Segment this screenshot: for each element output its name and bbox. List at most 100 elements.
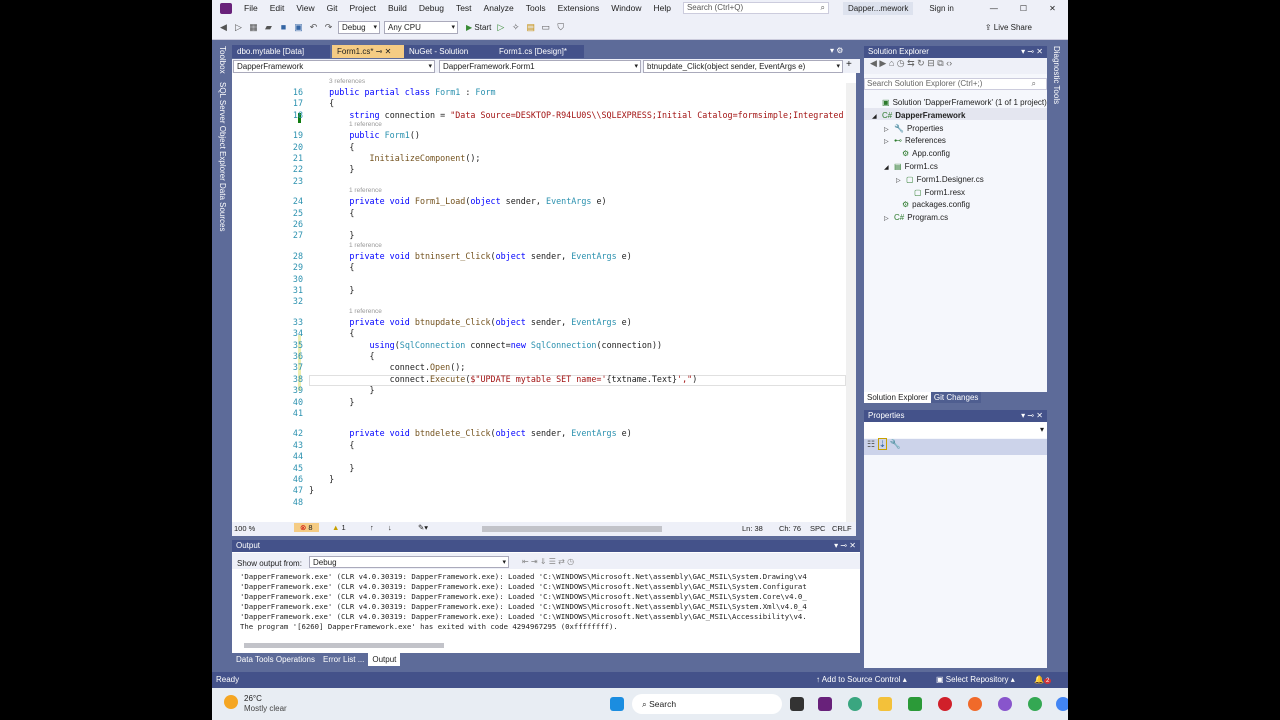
program-cs-node[interactable]: ▷ C# Program.cs — [884, 213, 948, 222]
horizontal-scrollbar[interactable] — [482, 526, 662, 532]
code-line[interactable]: { — [309, 328, 354, 338]
tab-form1-cs[interactable]: Form1.cs* ⊸ ✕ — [332, 45, 404, 58]
hot-reload-icon[interactable]: ✧ — [510, 22, 521, 33]
code-editor[interactable]: 3 references 16 public partial class Form… — [232, 73, 856, 522]
class-dropdown[interactable]: DapperFramework.Form1 — [439, 60, 641, 73]
back-icon[interactable]: ◀ — [218, 22, 229, 33]
output-source-select[interactable]: Debug — [309, 556, 509, 568]
file-explorer-icon[interactable] — [878, 697, 892, 711]
code-line[interactable]: } — [309, 285, 354, 295]
menu-test[interactable]: Test — [450, 3, 478, 13]
close-tab-icon[interactable]: ✕ — [385, 47, 392, 56]
error-count[interactable]: ⊗ 8 — [294, 523, 319, 532]
code-lens-references[interactable]: 1 reference — [349, 308, 382, 315]
expand-icon[interactable]: ◢ — [884, 164, 894, 171]
form1-resx-node[interactable]: ▢ Form1.resx — [904, 188, 965, 197]
categorized-icon[interactable]: ☷ — [867, 439, 875, 449]
code-lens-references[interactable]: 3 references — [329, 78, 365, 85]
menu-build[interactable]: Build — [382, 3, 413, 13]
tab-git-changes[interactable]: Git Changes — [930, 392, 982, 403]
code-line[interactable]: private void btninsert_Click(object send… — [309, 251, 631, 261]
tab-solution-explorer[interactable]: Solution Explorer — [864, 392, 931, 403]
diagnostic-tools-tab[interactable]: Diagnostic Tools — [1052, 46, 1061, 104]
solution-icon[interactable]: ▤ — [525, 22, 536, 33]
code-lens-references[interactable]: 1 reference — [349, 242, 382, 249]
window-icon[interactable]: ▭ — [540, 22, 551, 33]
task-view-icon[interactable] — [790, 697, 804, 711]
live-share-button[interactable]: ⇪ Live Share — [985, 23, 1032, 32]
menu-debug[interactable]: Debug — [413, 3, 450, 13]
pin-icon[interactable]: ⊸ — [376, 47, 383, 56]
tab-mytable-data[interactable]: dbo.mytable [Data] — [232, 45, 330, 58]
close-panel-icon[interactable]: ▾ ⊸ ✕ — [1021, 46, 1043, 58]
code-line[interactable]: string connection = "Data Source=DESKTOP… — [309, 110, 843, 120]
menu-extensions[interactable]: Extensions — [552, 3, 606, 13]
code-line[interactable]: { — [309, 351, 375, 361]
firefox-icon[interactable] — [968, 697, 982, 711]
solution-node[interactable]: ▣ Solution 'DapperFramework' (1 of 1 proj… — [872, 98, 1047, 107]
menu-edit[interactable]: Edit — [264, 3, 291, 13]
expand-icon[interactable]: ▷ — [884, 138, 894, 145]
taskbar-search[interactable]: ⌕ Search — [632, 694, 782, 714]
whitespace-indicator[interactable]: SPC — [810, 524, 825, 533]
code-lens-references[interactable]: 1 reference — [349, 121, 382, 128]
add-to-source-control[interactable]: ↑ Add to Source Control ▴ — [816, 672, 907, 688]
code-line[interactable]: public partial class Form1 : Form — [309, 87, 495, 97]
form1-designer-node[interactable]: ▷ ▢ Form1.Designer.cs — [896, 175, 984, 184]
property-pages-icon[interactable]: 🔧 — [890, 439, 901, 449]
code-line[interactable]: } — [309, 397, 354, 407]
code-line[interactable]: private void Form1_Load(object sender, E… — [309, 196, 606, 206]
redo-icon[interactable]: ↷ — [323, 22, 334, 33]
configuration-select[interactable]: Debug — [338, 21, 380, 34]
code-line[interactable]: { — [309, 98, 334, 108]
select-repository[interactable]: ▣ Select Repository ▴ — [936, 672, 1015, 688]
member-dropdown[interactable]: btnupdate_Click(object sender, EventArgs… — [643, 60, 843, 73]
weather-text[interactable]: Mostly clear — [244, 704, 287, 713]
close-panel-icon[interactable]: ▾ ⊸ ✕ — [834, 540, 856, 552]
tab-overflow-icon[interactable]: ▾ ⚙ — [830, 46, 843, 55]
code-line[interactable]: } — [309, 385, 375, 395]
code-line[interactable]: connect.Execute($"UPDATE mytable SET nam… — [309, 374, 698, 384]
expand-icon[interactable]: ▷ — [896, 177, 906, 184]
menu-git[interactable]: Git — [321, 3, 344, 13]
menu-project[interactable]: Project — [344, 3, 382, 13]
code-line[interactable]: private void btndelete_Click(object send… — [309, 428, 631, 438]
tor-browser-icon[interactable] — [998, 697, 1012, 711]
code-line[interactable]: private void btnupdate_Click(object send… — [309, 317, 631, 327]
utorrent-icon[interactable] — [908, 697, 922, 711]
sign-in-link[interactable]: Sign in — [929, 4, 953, 13]
chrome-profile-icon[interactable] — [1056, 697, 1068, 711]
menu-tools[interactable]: Tools — [520, 3, 552, 13]
menu-help[interactable]: Help — [647, 3, 676, 13]
vertical-scrollbar[interactable] — [846, 83, 856, 522]
alphabetical-icon[interactable]: ⇣ — [877, 438, 888, 450]
code-line[interactable]: InitializeComponent(); — [309, 153, 481, 163]
code-line[interactable]: connect.Open(); — [309, 362, 466, 372]
code-line[interactable]: } — [309, 474, 334, 484]
bookmark-icon[interactable]: ⛉ — [555, 22, 566, 33]
visual-studio-taskbar-icon[interactable] — [818, 697, 832, 711]
line-ending-indicator[interactable]: CRLF — [832, 524, 852, 533]
tab-error-list[interactable]: Error List ... — [319, 653, 368, 666]
menu-window[interactable]: Window — [605, 3, 647, 13]
code-line[interactable]: using(SqlConnection connect=new SqlConne… — [309, 340, 663, 350]
expand-icon[interactable]: ▷ — [884, 126, 894, 133]
next-issue-icon[interactable]: ↓ — [388, 523, 392, 532]
chrome-icon[interactable] — [1028, 697, 1042, 711]
tab-nuget-solution[interactable]: NuGet - Solution — [404, 45, 494, 58]
properties-node[interactable]: ▷ 🔧 Properties — [884, 124, 943, 133]
code-line[interactable]: { — [309, 262, 354, 272]
start-button[interactable]: ▶ Start — [466, 23, 491, 32]
menu-view[interactable]: View — [290, 3, 320, 13]
edge-icon[interactable] — [848, 697, 862, 711]
code-line[interactable]: { — [309, 440, 354, 450]
minimize-button[interactable]: — — [990, 4, 998, 13]
code-line[interactable]: } — [309, 164, 354, 174]
properties-toolbar[interactable]: ☷ ⇣ 🔧 — [864, 438, 1047, 455]
code-line[interactable]: } — [309, 485, 314, 495]
new-project-icon[interactable]: ▦ — [248, 22, 259, 33]
platform-select[interactable]: Any CPU — [384, 21, 458, 34]
output-hscrollbar[interactable] — [244, 643, 444, 648]
app-config-node[interactable]: ⚙ App.config — [892, 149, 950, 158]
prev-issue-icon[interactable]: ↑ — [370, 523, 374, 532]
